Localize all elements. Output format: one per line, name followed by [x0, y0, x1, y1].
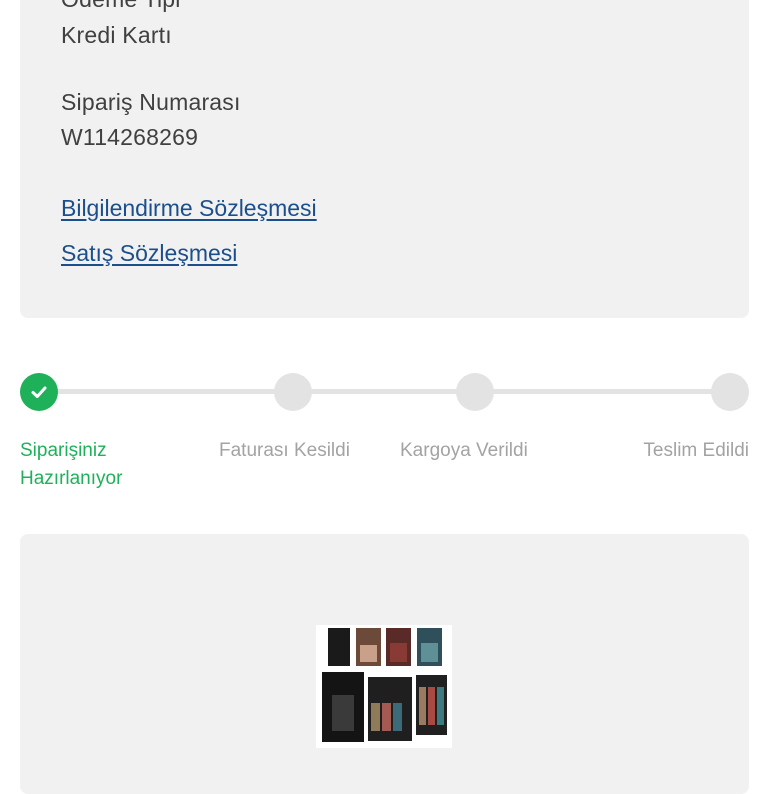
- payment-type-label: Ödeme Tipi: [61, 0, 181, 13]
- step-delivered-dot: [711, 373, 749, 411]
- sales-agreement-link[interactable]: Satış Sözleşmesi: [61, 240, 237, 267]
- order-number-value: W114268269: [61, 124, 199, 150]
- order-info-card: Ödeme Tipi Kredi Kartı Sipariş Numarası …: [20, 0, 749, 318]
- order-number-label: Sipariş Numarası: [61, 89, 241, 115]
- step-invoiced-label: Faturası Kesildi: [219, 440, 350, 461]
- checkmark-icon: [31, 386, 47, 398]
- order-progress-track: [40, 389, 738, 394]
- step-delivered-label: Teslim Edildi: [643, 440, 749, 461]
- info-agreement-link[interactable]: Bilgilendirme Sözleşmesi: [61, 195, 317, 222]
- step-preparing-dot: [20, 373, 58, 411]
- payment-type-value: Kredi Kartı: [61, 22, 172, 48]
- product-card: [20, 534, 749, 794]
- step-invoiced-dot: [274, 373, 312, 411]
- book-set-illustration: [322, 628, 447, 742]
- step-shipped-dot: [456, 373, 494, 411]
- step-preparing-label: Siparişiniz Hazırlanıyor: [20, 440, 123, 489]
- step-shipped-label: Kargoya Verildi: [400, 440, 528, 461]
- product-image[interactable]: [316, 625, 452, 748]
